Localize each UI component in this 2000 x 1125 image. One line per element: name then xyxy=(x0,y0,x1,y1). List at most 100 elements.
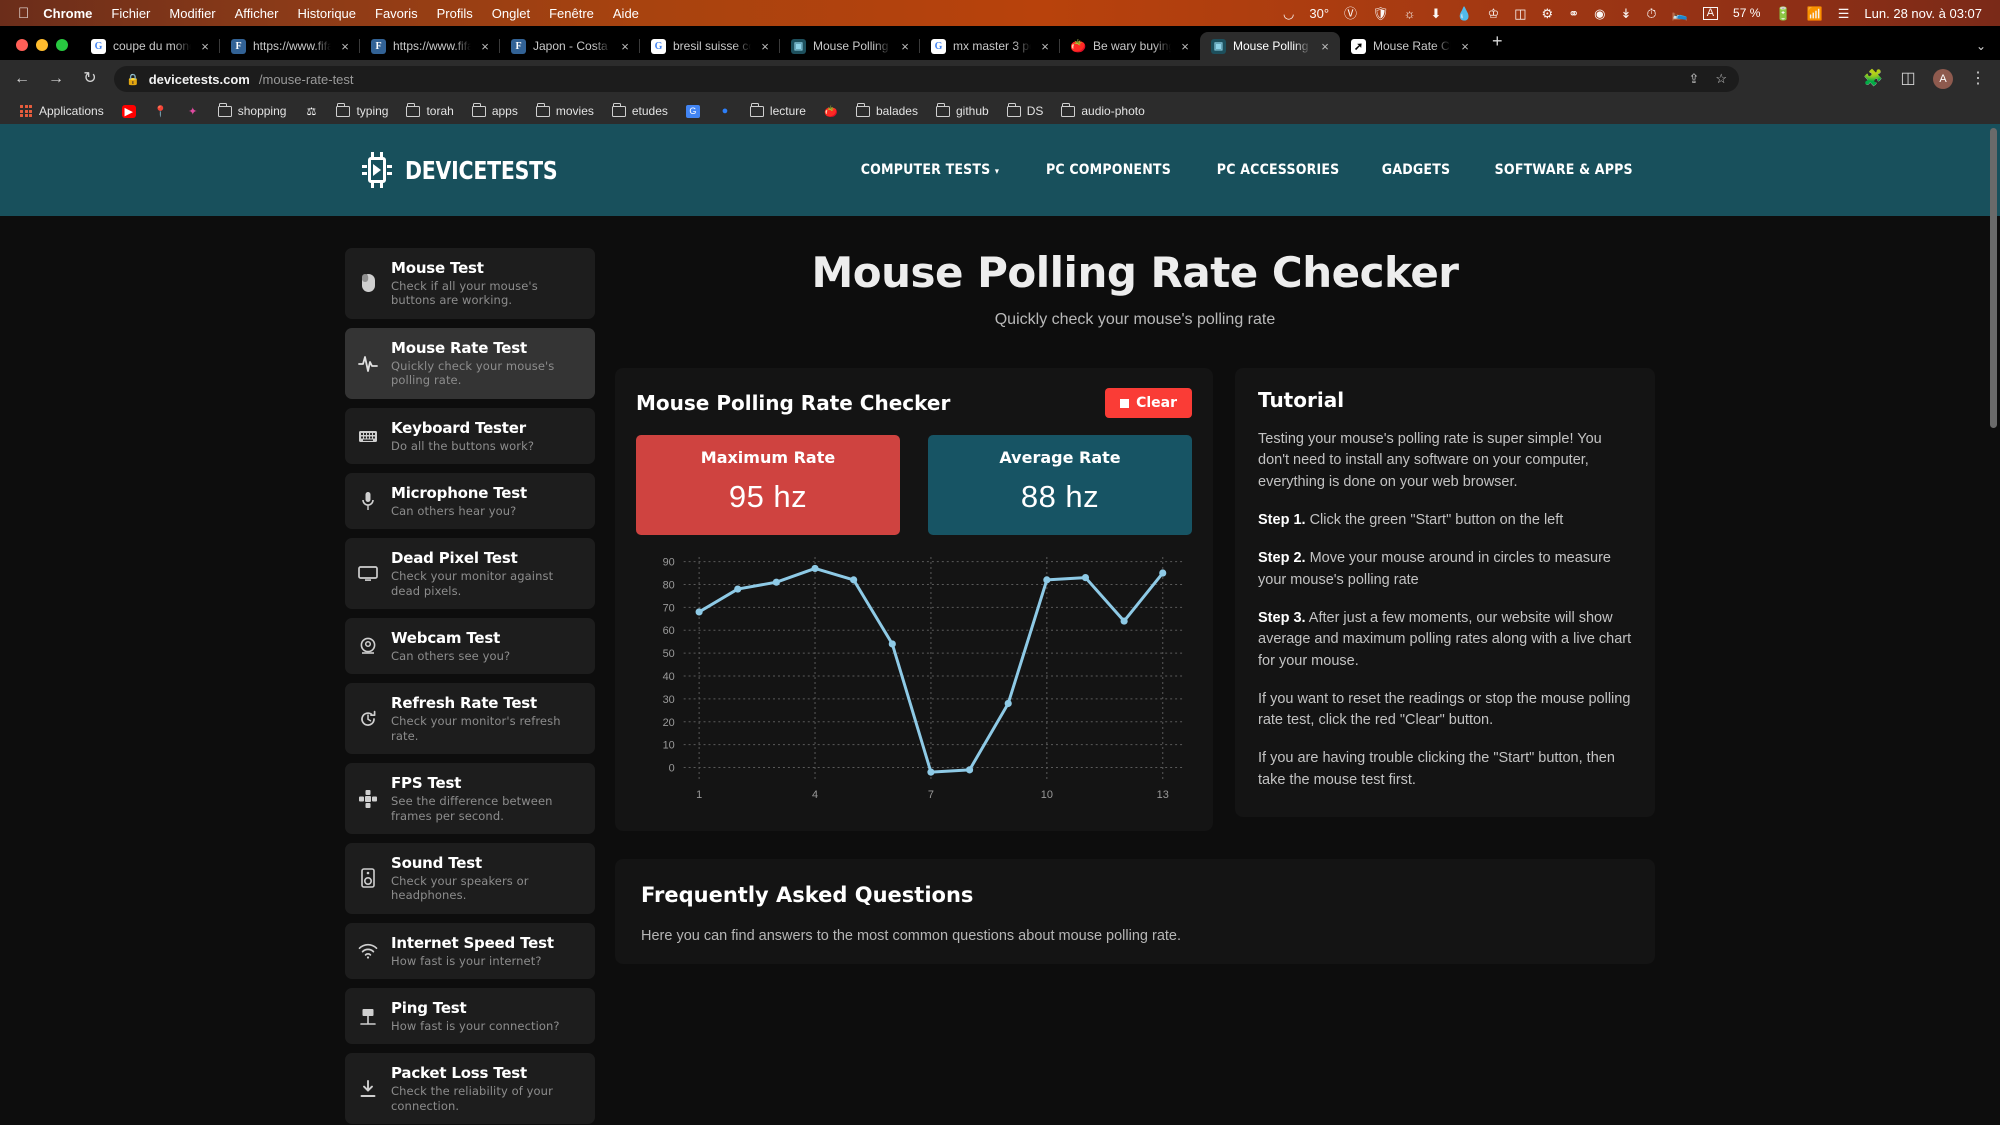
input-source-icon[interactable]: A xyxy=(1702,6,1719,20)
sidebar-item-webcam-test[interactable]: Webcam Test Can others see you? xyxy=(345,618,595,675)
bookmark-maps[interactable]: 📍 xyxy=(145,100,177,122)
menubar-clock[interactable]: Lun. 28 nov. à 03:07 xyxy=(1864,6,1982,21)
browser-tab-6[interactable]: G mx master 3 polling × xyxy=(919,32,1060,60)
bookmark-lecture[interactable]: lecture xyxy=(741,100,815,122)
zoom-window-button[interactable] xyxy=(56,39,68,51)
tab-search-chevron-down-icon[interactable]: ⌄ xyxy=(1976,39,1986,53)
sidebar-item-ping-test[interactable]: Ping Test How fast is your connection? xyxy=(345,988,595,1045)
menu-item-fenetre[interactable]: Fenêtre xyxy=(549,6,594,21)
droplet-icon[interactable]: 💧 xyxy=(1456,7,1472,20)
bookmark-icon[interactable]: ◡ xyxy=(1283,7,1294,20)
sidebar-item-fps-test[interactable]: FPS Test See the difference between fram… xyxy=(345,763,595,834)
close-tab-icon[interactable]: × xyxy=(338,39,352,54)
menu-item-aide[interactable]: Aide xyxy=(613,6,639,21)
wifi-icon[interactable]: 📶 xyxy=(1807,7,1823,20)
bookmark-blue-dot[interactable]: ● xyxy=(709,100,741,122)
browser-tab-4[interactable]: G bresil suisse cote - × xyxy=(639,32,780,60)
devil-icon[interactable]: ♔ xyxy=(1488,7,1500,20)
close-tab-icon[interactable]: × xyxy=(1458,39,1472,54)
shield-icon[interactable]: 🛡 xyxy=(1372,7,1389,20)
star-icon[interactable]: ☆ xyxy=(1715,71,1727,87)
nav-pc-components[interactable]: PC COMPONENTS xyxy=(1046,162,1171,178)
bookmark-typing[interactable]: typing xyxy=(327,100,397,122)
window-controls[interactable] xyxy=(10,39,80,60)
stats-icon[interactable]: ⚙ xyxy=(1542,7,1554,20)
page-scrollbar[interactable] xyxy=(1990,128,1997,428)
close-tab-icon[interactable]: × xyxy=(1038,39,1052,54)
bookmark-gdocs[interactable]: G xyxy=(677,100,709,122)
bookmark-torah[interactable]: torah xyxy=(397,100,462,122)
battery-charging-icon[interactable]: 🔋 xyxy=(1775,7,1791,20)
bookmark-apps[interactable]: apps xyxy=(463,100,527,122)
bookmark-applications[interactable]: Applications xyxy=(10,100,113,122)
menu-item-afficher[interactable]: Afficher xyxy=(235,6,279,21)
control-center-icon[interactable]: ☰ xyxy=(1838,7,1850,20)
link-icon[interactable]: ⚭ xyxy=(1568,7,1579,20)
close-tab-icon[interactable]: × xyxy=(198,39,212,54)
nav-computer-tests[interactable]: COMPUTER TESTS ▾ xyxy=(861,162,999,178)
reload-icon[interactable]: ↻ xyxy=(80,71,100,87)
close-tab-icon[interactable]: × xyxy=(478,39,492,54)
bed-icon[interactable]: 🛌 xyxy=(1672,7,1688,20)
brightness-icon[interactable]: ☼ xyxy=(1404,7,1416,20)
brave-icon[interactable]: Ⓥ xyxy=(1344,7,1357,20)
bookmark-etudes[interactable]: etudes xyxy=(603,100,677,122)
kebab-menu-icon[interactable]: ⋮ xyxy=(1968,71,1988,87)
browser-tab-1[interactable]: F https://www.fifa.co × xyxy=(219,32,360,60)
close-tab-icon[interactable]: × xyxy=(758,39,772,54)
share-icon[interactable]: ⇪ xyxy=(1688,71,1699,87)
browser-tab-5[interactable]: ▣ Mouse Polling Rate × xyxy=(779,32,920,60)
sidebar-item-mouse-rate-test[interactable]: Mouse Rate Test Quickly check your mouse… xyxy=(345,327,595,399)
temperature-status[interactable]: 30° xyxy=(1309,7,1329,20)
close-tab-icon[interactable]: × xyxy=(1178,39,1192,54)
bookmark-colorful[interactable]: ✦ xyxy=(177,100,209,122)
sidebar-item-microphone-test[interactable]: Microphone Test Can others hear you? xyxy=(345,472,595,530)
menu-item-onglet[interactable]: Onglet xyxy=(492,6,530,21)
timer-icon[interactable]: ⏱ xyxy=(1646,7,1656,20)
new-tab-button[interactable]: + xyxy=(1480,31,1513,60)
bookmark-flask[interactable]: ⚖ xyxy=(295,100,327,122)
sidebar-item-internet-speed-test[interactable]: Internet Speed Test How fast is your int… xyxy=(345,922,595,979)
bookmark-ds[interactable]: DS xyxy=(998,100,1053,122)
sidebar-item-sound-test[interactable]: Sound Test Check your speakers or headph… xyxy=(345,842,595,914)
apple-icon[interactable]:  xyxy=(18,6,29,21)
menu-item-fichier[interactable]: Fichier xyxy=(111,6,150,21)
browser-tab-3[interactable]: F Japon - Costa Rica × xyxy=(499,32,640,60)
browser-tab-9[interactable]: ➚ Mouse Rate Check × xyxy=(1340,32,1480,60)
bookmark-shopping[interactable]: shopping xyxy=(209,100,296,122)
sidebar-item-dead-pixel-test[interactable]: Dead Pixel Test Check your monitor again… xyxy=(345,538,595,609)
side-panel-icon[interactable]: ◫ xyxy=(1898,71,1918,87)
close-tab-icon[interactable]: × xyxy=(898,39,912,54)
sidebar-item-refresh-rate-test[interactable]: Refresh Rate Test Check your monitor's r… xyxy=(345,683,595,755)
bluetooth-icon[interactable]: ↡ xyxy=(1620,7,1631,20)
nav-software-apps[interactable]: SOFTWARE & APPS xyxy=(1494,162,1632,178)
menu-item-chrome[interactable]: Chrome xyxy=(43,6,92,21)
polling-rate-chart[interactable]: 0 10 20 30 40 50 60 70 80 90 1 4 7 10 13 xyxy=(636,547,1192,809)
nav-gadgets[interactable]: GADGETS xyxy=(1382,162,1450,178)
arrow-right-icon[interactable]: → xyxy=(46,71,66,87)
bookmark-audio-photo[interactable]: audio-photo xyxy=(1052,100,1153,122)
avatar[interactable]: A xyxy=(1933,69,1953,89)
minimize-window-button[interactable] xyxy=(36,39,48,51)
menu-item-modifier[interactable]: Modifier xyxy=(169,6,215,21)
bookmark-youtube[interactable]: ▶ xyxy=(113,100,145,122)
nav-pc-accessories[interactable]: PC ACCESSORIES xyxy=(1217,162,1340,178)
site-logo[interactable]: DEVICETESTS xyxy=(360,152,591,188)
close-window-button[interactable] xyxy=(16,39,28,51)
bookmark-balades[interactable]: balades xyxy=(847,100,927,122)
menu-item-favoris[interactable]: Favoris xyxy=(375,6,418,21)
browser-tab-0[interactable]: G coupe du monde - × xyxy=(80,32,220,60)
close-tab-icon[interactable]: × xyxy=(618,39,632,54)
browser-tab-7[interactable]: 🍅 Be wary buying MX × xyxy=(1059,32,1200,60)
close-tab-icon[interactable]: × xyxy=(1318,39,1332,54)
lock-icon[interactable]: 🔒 xyxy=(126,73,140,86)
sidebar-item-keyboard-tester[interactable]: Keyboard Tester Do all the buttons work? xyxy=(345,407,595,464)
display-icon[interactable]: ◫ xyxy=(1514,7,1526,20)
address-bar[interactable]: 🔒 devicetests.com/mouse-rate-test ⇪ ☆ xyxy=(114,66,1739,92)
menu-item-profils[interactable]: Profils xyxy=(437,6,473,21)
bookmark-movies[interactable]: movies xyxy=(527,100,603,122)
sidebar-item-packet-loss-test[interactable]: Packet Loss Test Check the reliability o… xyxy=(345,1053,595,1125)
record-icon[interactable]: ◉ xyxy=(1594,7,1605,20)
clear-button[interactable]: Clear xyxy=(1105,388,1192,418)
puzzle-icon[interactable]: 🧩 xyxy=(1863,71,1883,87)
